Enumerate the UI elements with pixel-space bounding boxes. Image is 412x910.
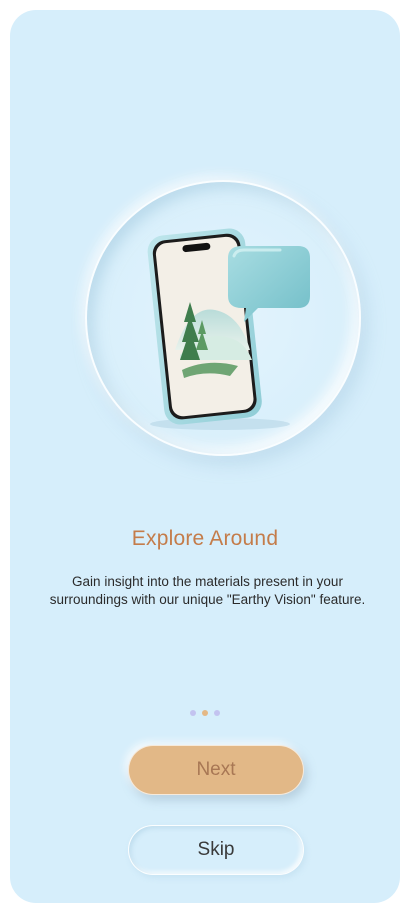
next-button[interactable]: Next (128, 745, 304, 795)
page-title: Explore Around (131, 527, 279, 550)
onboarding-screen: Explore Around Gain insight into the mat… (10, 10, 400, 903)
pagination-dots (10, 710, 400, 716)
pagination-dot-2[interactable] (202, 710, 208, 716)
phone-with-speech-bubble-illustration (147, 228, 310, 430)
pagination-dot-1[interactable] (190, 710, 196, 716)
page-description: Gain insight into the materials present … (49, 574, 366, 607)
skip-button[interactable]: Skip (128, 825, 304, 875)
pagination-dot-3[interactable] (214, 710, 220, 716)
